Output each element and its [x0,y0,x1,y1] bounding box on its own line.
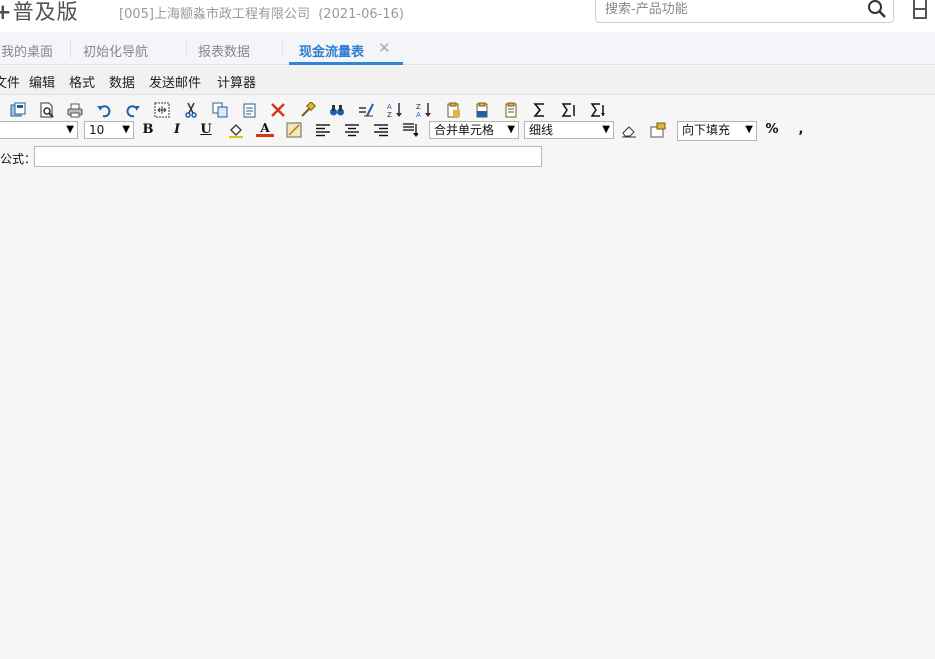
search-icon[interactable] [867,0,887,19]
cell-background-icon[interactable] [285,121,303,139]
menu-data[interactable]: 数据 [109,72,135,91]
copy-icon[interactable] [211,101,229,119]
comma-button[interactable]: , [792,121,810,139]
tab-separator [186,41,187,58]
svg-text:A: A [416,111,421,118]
print-preview-icon[interactable] [38,101,56,119]
chevron-down-icon: ▼ [602,124,610,135]
formula-input[interactable] [34,146,542,167]
save-icon[interactable] [9,101,27,119]
find-icon[interactable] [328,101,346,119]
menu-bar: 文件 编辑 格式 数据 发送邮件 计算器 [0,66,935,95]
close-icon[interactable]: ✕ [378,39,391,57]
formula-label: 公式： [0,152,37,166]
tab-report-data[interactable]: 报表数据 [198,41,250,60]
tab-separator [70,41,71,58]
sort-descending-icon[interactable]: ZA [415,101,433,119]
tab-separator [282,41,283,58]
delete-icon[interactable] [269,101,287,119]
percent-button[interactable]: % [763,121,781,139]
font-name-select[interactable]: ▼ [0,121,78,139]
svg-text:Z: Z [416,103,421,111]
search-input[interactable] [605,0,855,19]
menu-file[interactable]: 文件 [0,72,20,91]
print-icon[interactable] [66,101,84,119]
underline-button[interactable]: U [197,121,215,139]
clipboard-icon[interactable] [502,101,520,119]
replace-icon[interactable] [357,101,375,119]
eraser-icon[interactable] [620,121,638,139]
sort-ascending-icon[interactable]: AZ [386,101,404,119]
merge-cells-value: 合并单元格 [434,123,495,137]
wrap-text-icon[interactable] [401,121,419,139]
insert-row-icon[interactable] [444,101,462,119]
column-sum-icon[interactable] [589,101,607,119]
fill-color-icon[interactable] [227,121,245,139]
fill-direction-value: 向下填充 [682,123,731,137]
chevron-down-icon: ▼ [745,124,753,135]
row-sum-icon[interactable] [560,101,578,119]
cut-icon[interactable] [182,101,200,119]
insert-column-icon[interactable] [473,101,491,119]
fill-direction-select[interactable]: 向下填充 ▼ [677,121,757,141]
align-right-icon[interactable] [372,121,390,139]
font-color-button[interactable]: A [256,121,274,137]
menu-send-email[interactable]: 发送邮件 [149,72,201,91]
merge-cells-select[interactable]: 合并单元格 ▼ [429,121,519,139]
logo-text: 普及版 [12,0,79,24]
menu-calculator[interactable]: 计算器 [217,72,256,91]
search-box [595,0,894,23]
company-name: [005]上海颛淼市政工程有限公司 [119,7,310,22]
logo-plus: + [0,0,13,24]
font-size-select[interactable]: 10 ▼ [84,121,134,139]
italic-button[interactable]: I [168,121,186,139]
active-tab-indicator [289,62,403,65]
svg-text:A: A [387,103,392,111]
font-size-value: 10 [89,123,105,137]
undo-icon[interactable] [95,101,113,119]
bold-button[interactable]: B [139,121,157,139]
tab-my-desktop[interactable]: 我的桌面 [1,41,53,60]
chevron-down-icon: ▼ [66,124,74,135]
border-style-select[interactable]: 细线 ▼ [524,121,614,139]
app-header: +普及版 [005]上海颛淼市政工程有限公司 (2021-06-16) [0,0,935,32]
align-left-icon[interactable] [314,121,332,139]
tab-init-guide[interactable]: 初始化导航 [83,41,148,60]
sum-icon[interactable] [531,101,549,119]
login-date: (2021-06-16) [318,7,404,22]
company-info: [005]上海颛淼市政工程有限公司 (2021-06-16) [119,3,404,22]
format-painter-icon[interactable] [299,101,317,119]
tab-cash-flow[interactable]: 现金流量表 [299,41,364,60]
chevron-down-icon: ▼ [122,124,130,135]
paste-icon[interactable] [240,101,258,119]
product-logo: +普及版 [0,0,79,24]
menu-edit[interactable]: 编辑 [29,72,55,91]
exit-icon[interactable] [910,0,930,20]
border-style-value: 细线 [529,123,554,137]
cell-properties-icon[interactable] [649,121,667,139]
align-center-icon[interactable] [343,121,361,139]
menu-format[interactable]: 格式 [69,72,95,91]
select-all-icon[interactable] [153,101,171,119]
chevron-down-icon: ▼ [507,124,515,135]
svg-text:Z: Z [387,111,392,118]
redo-icon[interactable] [124,101,142,119]
tab-bar: 我的桌面 初始化导航 报表数据 现金流量表 ✕ [0,33,935,65]
